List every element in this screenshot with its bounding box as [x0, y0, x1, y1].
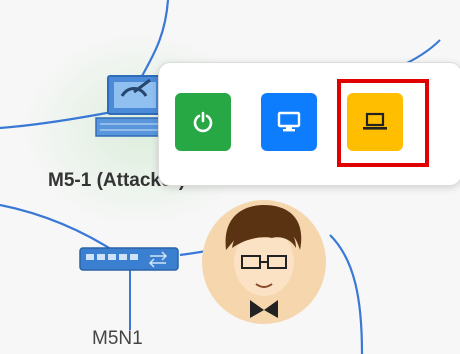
monitor-icon	[277, 111, 301, 132]
avatar	[202, 200, 326, 324]
switch-icon	[79, 247, 179, 271]
power-icon	[193, 111, 213, 133]
node-actions-popup	[158, 62, 460, 186]
highlight-box	[337, 79, 429, 167]
link-line	[0, 110, 113, 130]
power-button[interactable]	[175, 93, 231, 151]
network-canvas[interactable]: M5-1 (Attacker) M5N1	[0, 0, 460, 354]
link-line	[329, 234, 364, 354]
switch-label: M5N1	[92, 328, 143, 349]
console-button[interactable]	[261, 93, 317, 151]
computer-node-icon	[95, 75, 167, 137]
